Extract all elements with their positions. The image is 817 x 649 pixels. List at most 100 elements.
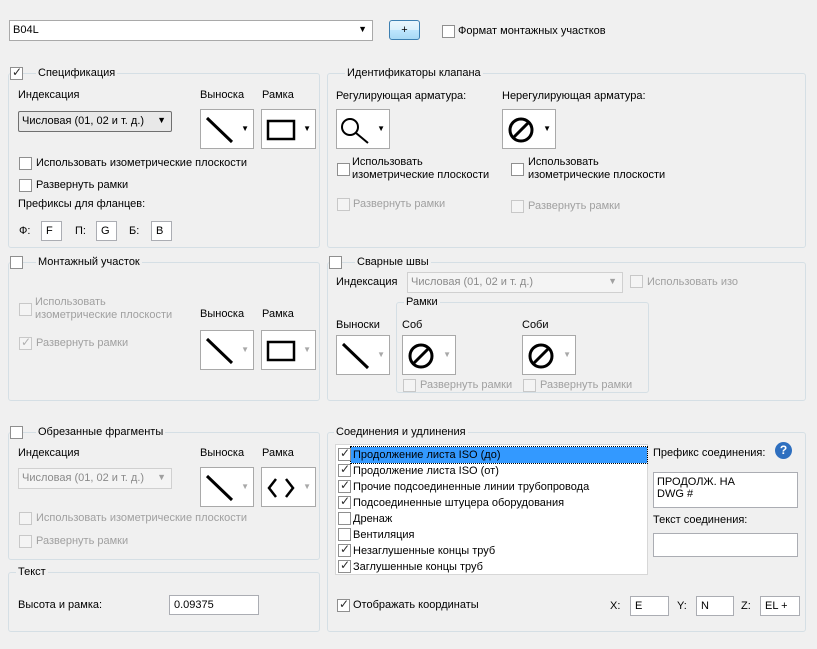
spool-use-iso-label-2: изометрические плоскости: [35, 309, 173, 321]
spool-callout-picker[interactable]: ▼: [200, 330, 254, 370]
valve-expand-reg-label: Развернуть рамки: [353, 198, 446, 210]
check-icon: ✓: [340, 558, 351, 572]
drawing-style-combo[interactable]: B04L ▼: [9, 20, 373, 41]
z-value: EL +: [765, 600, 788, 612]
welds-callout-picker[interactable]: ▼: [336, 335, 390, 375]
welds-use-iso-checkbox[interactable]: [630, 275, 643, 288]
conn-text-field[interactable]: [653, 533, 798, 557]
spec-checkbox[interactable]: ✓: [10, 65, 23, 80]
z-field[interactable]: EL +: [760, 596, 800, 616]
list-item-checkbox[interactable]: [338, 528, 351, 541]
angle-brackets-frame-icon: [267, 478, 295, 498]
list-item[interactable]: ✓ Незаглушенные концы труб: [336, 542, 647, 559]
spool-frame-picker[interactable]: ▼: [261, 330, 316, 370]
check-icon: ✓: [340, 494, 351, 508]
cut-callout-picker[interactable]: ▼: [200, 467, 254, 507]
x-field[interactable]: E: [630, 596, 669, 616]
spec-use-iso-checkbox[interactable]: [19, 157, 32, 170]
chevron-down-icon: ▼: [241, 345, 249, 354]
welds-checkbox[interactable]: [329, 256, 342, 269]
welds-callout-label: Выноски: [336, 319, 380, 331]
spec-title: Спецификация: [36, 67, 118, 80]
chevron-down-icon: ▼: [377, 350, 385, 359]
flange-b-field[interactable]: B: [151, 221, 172, 241]
cut-checkbox[interactable]: [10, 426, 23, 439]
list-item[interactable]: ✓ Продолжение листа ISO (до): [336, 446, 648, 464]
list-item[interactable]: Дренаж: [336, 511, 647, 527]
list-item[interactable]: ✓ Заглушенные концы труб: [336, 558, 647, 575]
list-item-label: Заглушенные концы труб: [353, 561, 483, 573]
sobi-picker[interactable]: ▼: [522, 335, 576, 375]
cut-expand-checkbox[interactable]: [19, 535, 32, 548]
check-icon: ✓: [340, 478, 351, 492]
height-frame-field[interactable]: 0.09375: [169, 595, 259, 615]
list-item-checkbox[interactable]: ✓: [338, 478, 351, 493]
leader-line-icon: [205, 474, 234, 502]
height-frame-value: 0.09375: [174, 599, 214, 611]
magnifier-icon: [341, 118, 369, 144]
show-coords-checkbox[interactable]: ✓: [337, 597, 350, 612]
non-regulating-picker[interactable]: ▼: [502, 109, 556, 149]
spec-callout-picker[interactable]: ▼: [200, 109, 254, 149]
rectangle-frame-icon: [266, 119, 296, 141]
cut-indexing-combo[interactable]: Числовая (01, 02 и т. д.) ▼: [18, 468, 172, 489]
help-icon[interactable]: ?: [775, 442, 792, 459]
list-item-checkbox[interactable]: ✓: [338, 462, 351, 477]
spool-use-iso-label-1: Использовать: [35, 296, 106, 308]
check-icon: ✓: [340, 462, 351, 476]
flange-f-field[interactable]: F: [41, 221, 62, 241]
cut-title: Обрезанные фрагменты: [36, 426, 166, 439]
spool-checkbox[interactable]: [10, 256, 23, 269]
flange-p-field[interactable]: G: [96, 221, 117, 241]
spool-expand-checkbox[interactable]: ✓: [19, 335, 32, 350]
list-item-label: Дренаж: [353, 513, 393, 525]
sob-picker[interactable]: ▼: [402, 335, 456, 375]
cut-indexing-value: Числовая (01, 02 и т. д.): [22, 472, 145, 484]
valve-expand-reg-checkbox[interactable]: [337, 198, 350, 211]
connections-list[interactable]: ✓ Продолжение листа ISO (до) ✓ Продолжен…: [335, 444, 648, 575]
list-item-checkbox[interactable]: ✓: [338, 542, 351, 557]
regulating-picker[interactable]: ▼: [336, 109, 390, 149]
y-label: Y:: [677, 600, 687, 612]
list-item[interactable]: Вентиляция: [336, 527, 647, 543]
sobi-expand-checkbox[interactable]: [523, 379, 536, 392]
list-item[interactable]: ✓ Продолжение листа ISO (от): [336, 462, 647, 479]
valve-use-iso-nonreg-checkbox[interactable]: [511, 163, 524, 176]
list-item-checkbox[interactable]: ✓: [338, 446, 351, 461]
x-label: X:: [610, 600, 621, 612]
y-field[interactable]: N: [696, 596, 734, 616]
spool-use-iso-checkbox[interactable]: [19, 303, 32, 316]
add-style-button[interactable]: +: [389, 20, 420, 40]
spec-expand-checkbox[interactable]: [19, 179, 32, 192]
valve-expand-nonreg-checkbox[interactable]: [511, 200, 524, 213]
chevron-down-icon: ▼: [377, 124, 385, 133]
list-item-label: Вентиляция: [353, 529, 415, 541]
check-icon: ✓: [21, 335, 32, 349]
spec-indexing-combo[interactable]: Числовая (01, 02 и т. д.) ▼: [18, 111, 172, 132]
list-item[interactable]: ✓ Подсоединенные штуцера оборудования: [336, 494, 647, 511]
cut-use-iso-checkbox[interactable]: [19, 512, 32, 525]
leader-line-icon: [205, 116, 234, 144]
list-item-checkbox[interactable]: ✓: [338, 494, 351, 509]
check-icon: ✓: [340, 446, 351, 460]
valve-use-iso-reg-checkbox[interactable]: [337, 163, 350, 176]
welds-indexing-combo[interactable]: Числовая (01, 02 и т. д.) ▼: [407, 272, 623, 293]
cut-frame-picker[interactable]: ▼: [261, 467, 316, 507]
sob-expand-checkbox[interactable]: [403, 379, 416, 392]
list-item-checkbox[interactable]: [338, 512, 351, 525]
format-spools-checkbox[interactable]: [442, 25, 455, 38]
prefix-label: Префикс соединения:: [653, 447, 766, 459]
list-item[interactable]: ✓ Прочие подсоединенные линии трубопрово…: [336, 478, 647, 495]
spec-callout-label: Выноска: [200, 89, 245, 101]
list-item-label: Незаглушенные концы труб: [353, 545, 496, 557]
chevron-down-icon: ▼: [241, 124, 249, 133]
list-item-checkbox[interactable]: ✓: [338, 558, 351, 573]
prefix-field[interactable]: ПРОДОЛЖ. НА DWG #: [653, 472, 798, 508]
sobi-expand-label: Развернуть рамки: [540, 379, 633, 391]
spec-frame-picker[interactable]: ▼: [261, 109, 316, 149]
valve-use-iso-nonreg-label-1: Использовать: [528, 156, 599, 168]
leader-line-icon: [205, 337, 234, 365]
chevron-down-icon: ▼: [543, 124, 551, 133]
chevron-down-icon: ▼: [563, 350, 571, 359]
chevron-down-icon: ▼: [443, 350, 451, 359]
